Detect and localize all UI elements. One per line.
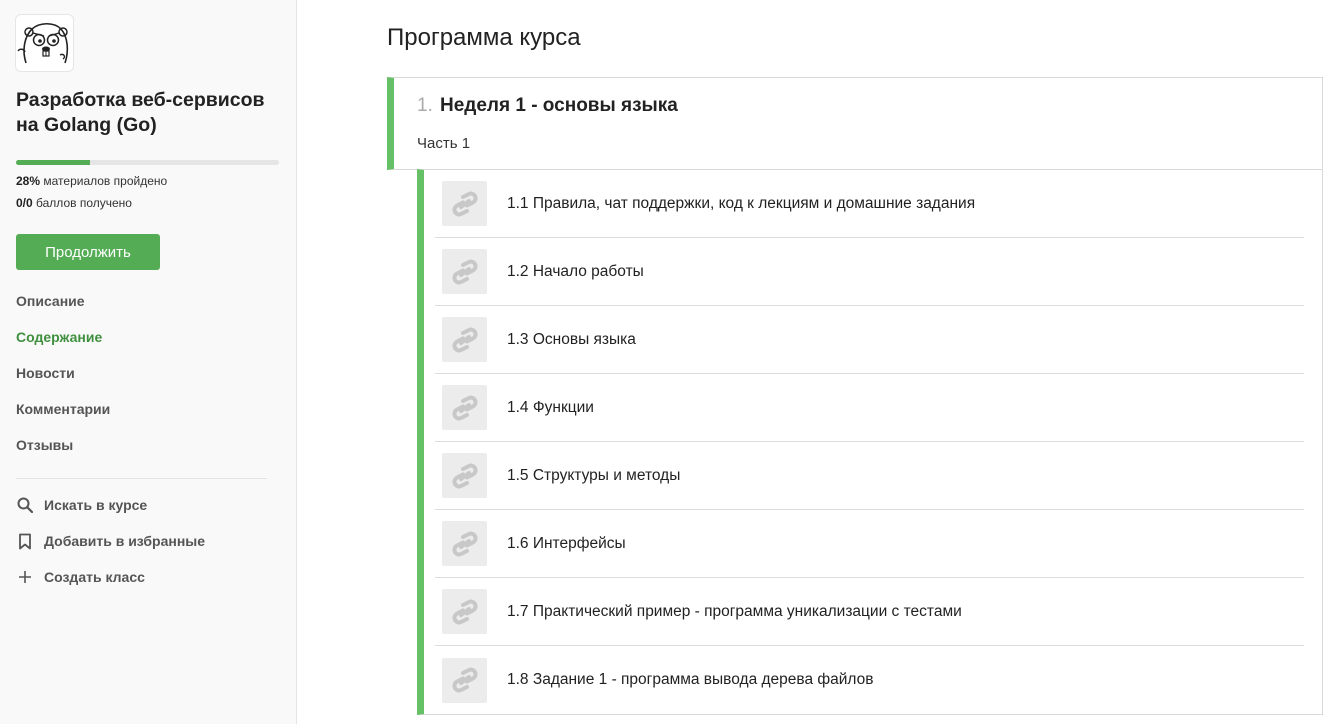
course-nav: Описание Содержание Новости Комментарии … [16,290,110,470]
add-to-favorites-label: Добавить в избранные [44,533,206,549]
lesson-item[interactable]: 1.3 Основы языка [435,306,1304,374]
course-logo[interactable] [15,14,74,72]
lesson-item[interactable]: 1.5 Структуры и методы [435,442,1304,510]
bookmark-icon [16,532,34,550]
lesson-title: 1.5 Структуры и методы [507,466,681,484]
progress-bar [16,160,279,165]
lesson-item[interactable]: 1.4 Функции [435,374,1304,442]
lesson-thumbnail [442,249,487,294]
lesson-title: 1.7 Практический пример - программа уник… [507,602,962,620]
create-class-label: Создать класс [44,569,145,585]
lesson-thumbnail [442,657,487,703]
course-title-line2: на Golang (Go) [16,114,157,136]
nav-item-contents[interactable]: Содержание [16,326,110,362]
lesson-item[interactable]: 1.6 Интерфейсы [435,510,1304,578]
materials-progress-value: 28% [16,174,41,188]
link-icon [451,395,478,420]
course-tools: Искать в курсе Добавить в избранные Созд… [16,494,205,588]
link-icon [451,531,478,556]
sidebar: Разработка веб-сервисов на Golang (Go) 2… [0,0,297,724]
add-to-favorites-link[interactable]: Добавить в избранные [16,530,205,552]
materials-progress-text: материалов пройдено [43,174,168,188]
module-header: 1. Неделя 1 - основы языка Часть 1 [387,77,1323,170]
lesson-item[interactable]: 1.2 Начало работы [435,238,1304,306]
link-icon [451,259,478,284]
lesson-item[interactable]: 1.8 Задание 1 - программа вывода дерева … [435,646,1304,714]
page-title: Программа курса [387,24,581,51]
points-stat: 0/0 баллов получено [16,196,132,210]
module-section-title: Часть 1 [417,135,471,152]
materials-progress-stat: 28% материалов пройдено [16,174,167,188]
lesson-title: 1.1 Правила, чат поддержки, код к лекция… [507,194,976,212]
lesson-thumbnail [442,181,487,226]
lesson-thumbnail [442,453,487,498]
course-title-line1: Разработка веб-сервисов [16,89,265,111]
lesson-title: 1.8 Задание 1 - программа вывода дерева … [507,671,874,688]
lesson-thumbnail [442,317,487,362]
link-icon [451,191,478,216]
lesson-title: 1.3 Основы языка [507,330,636,348]
course-title: Разработка веб-сервисов на Golang (Go) [16,88,281,138]
create-class-link[interactable]: Создать класс [16,566,205,588]
points-text: баллов получено [36,196,132,210]
module-number: 1. [417,95,433,116]
continue-button[interactable]: Продолжить [16,234,160,270]
progress-bar-fill [16,160,90,165]
nav-item-reviews[interactable]: Отзывы [16,434,110,470]
plus-icon [16,568,34,586]
link-icon [451,463,478,488]
link-icon [451,599,478,624]
lesson-thumbnail [442,521,487,566]
lesson-thumbnail [442,589,487,634]
search-in-course-label: Искать в курсе [44,497,148,513]
lesson-list: 1.1 Правила, чат поддержки, код к лекция… [417,169,1323,715]
lesson-title: 1.4 Функции [507,398,594,416]
module-title[interactable]: Неделя 1 - основы языка [440,95,678,117]
lesson-item[interactable]: 1.1 Правила, чат поддержки, код к лекция… [435,170,1304,238]
nav-item-news[interactable]: Новости [16,362,110,398]
link-icon [451,667,478,693]
lesson-title: 1.6 Интерфейсы [507,534,626,552]
link-icon [451,327,478,352]
lesson-item[interactable]: 1.7 Практический пример - программа уник… [435,578,1304,646]
search-icon [16,496,34,514]
lesson-title: 1.2 Начало работы [507,262,644,280]
gopher-logo-icon [17,22,69,64]
nav-item-description[interactable]: Описание [16,290,110,326]
lesson-thumbnail [442,385,487,430]
nav-item-comments[interactable]: Комментарии [16,398,110,434]
points-value: 0/0 [16,196,33,210]
search-in-course-link[interactable]: Искать в курсе [16,494,205,516]
sidebar-divider [16,478,267,479]
